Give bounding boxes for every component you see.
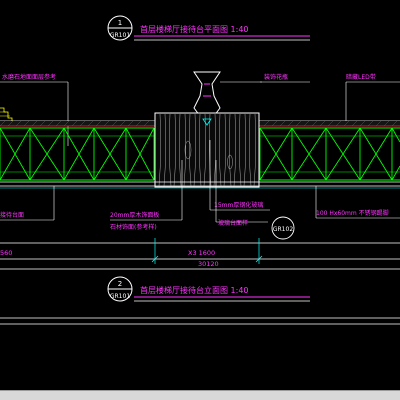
dimension-lines: 560 X3 1600 30120	[0, 238, 400, 270]
dimension-center: X3 1600	[188, 249, 215, 257]
annotation-vase: 装饰花瓶	[264, 73, 288, 81]
annotation-center-2: 玻璃台面样	[218, 219, 248, 227]
counter-body-right[interactable]	[259, 127, 400, 181]
dimension-total: 30120	[198, 260, 219, 268]
annotation-center-1: 15mm厚钢化玻璃	[214, 201, 263, 209]
section-marker-number: 1	[118, 19, 122, 27]
annotation-left-lower: 接待台面	[0, 211, 24, 219]
annotation-right-lower: 100 Hx60mm 不锈钢踢脚	[316, 209, 389, 217]
section-title-block: 1 GR101 首层楼梯厅接待台平面图 1:40	[107, 15, 310, 41]
plan-outline[interactable]	[0, 317, 400, 325]
annotation-mid-1: 20mm厚木饰面板	[110, 211, 159, 219]
dimension-left: 560	[0, 249, 12, 257]
annotation-left-top: 水磨石地面面层参考	[2, 73, 56, 81]
annotation-right-top: 暗藏LED带	[346, 73, 376, 81]
cad-drawing[interactable]: 1 GR101 首层楼梯厅接待台平面图 1:40 水磨石地面面层参考 装饰花瓶 …	[0, 0, 400, 390]
counter-body-left[interactable]	[0, 127, 155, 181]
plan-title: 首层楼梯厅接待台立面图 1:40	[140, 285, 249, 295]
plan-marker-number: 2	[118, 280, 122, 288]
section-marker-sheet: GR101	[110, 32, 130, 39]
plan-marker-sheet: GR101	[110, 293, 130, 300]
cad-viewport[interactable]: 1 GR101 首层楼梯厅接待台平面图 1:40 水磨石地面面层参考 装饰花瓶 …	[0, 0, 400, 400]
status-strip	[0, 390, 400, 400]
center-wood-panel[interactable]	[154, 112, 260, 188]
annotation-mid-2: 石材饰面(参考样)	[110, 223, 157, 231]
detail-callout-label: GR102	[273, 226, 293, 233]
plan-title-block: 2 GR101 首层楼梯厅接待台立面图 1:40	[107, 276, 310, 302]
section-title: 首层楼梯厅接待台平面图 1:40	[140, 24, 249, 34]
step-detail	[0, 107, 13, 122]
